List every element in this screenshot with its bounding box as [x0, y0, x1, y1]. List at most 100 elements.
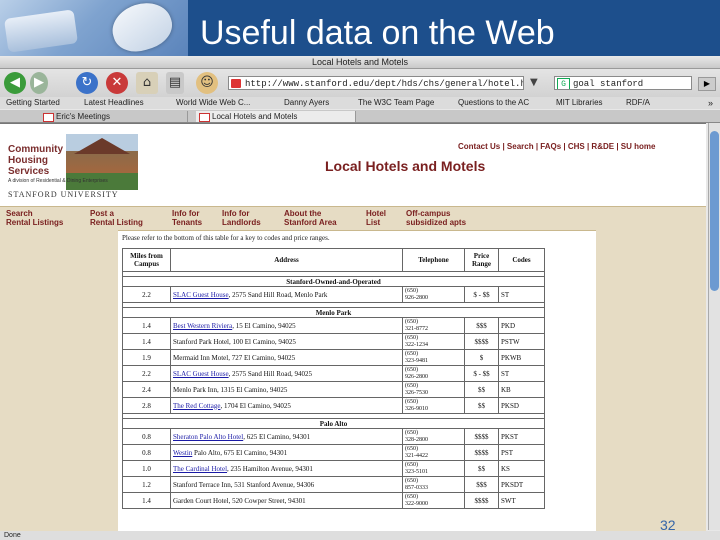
- phone-area-code: (650): [405, 350, 418, 357]
- header-telephone: Telephone: [402, 248, 465, 272]
- table-row: 1.4 Best Western Riviera, 15 El Camino, 9…: [122, 317, 545, 334]
- phone-number: 857-0333: [405, 484, 428, 491]
- price-cell: $$$$: [464, 444, 499, 461]
- hotel-name-link[interactable]: SLAC Guest House: [173, 370, 229, 378]
- home-icon[interactable]: ⌂: [136, 72, 158, 94]
- hotels-table: Miles from Campus Address Telephone Pric…: [122, 248, 545, 509]
- nav-search-rental-listings[interactable]: Search Rental Listings: [6, 209, 63, 227]
- hotel-address: , 15 El Camino, 94025: [232, 321, 296, 330]
- nav-post-rental-listing[interactable]: Post a Rental Listing: [90, 209, 143, 227]
- scrollbar-thumb[interactable]: [710, 131, 719, 291]
- price-cell: $$: [464, 460, 499, 477]
- go-arrow-icon[interactable]: ▼: [530, 77, 538, 88]
- search-input[interactable]: G goal stanford: [554, 76, 692, 90]
- table-row: 1.9 Mermaid Inn Motel, 727 El Camino, 940…: [122, 349, 545, 366]
- top-links[interactable]: Contact Us | Search | FAQs | CHS | R&DE …: [458, 142, 655, 151]
- nav-info-tenants[interactable]: Info for Tenants: [172, 209, 202, 227]
- hotel-name-link[interactable]: The Cardinal Hotel: [173, 465, 227, 473]
- codes-cell: KS: [498, 460, 545, 477]
- phone-number: 326-9010: [405, 405, 428, 412]
- header-price: Price Range: [464, 248, 499, 272]
- address-cell: Garden Court Hotel, 520 Cowper Street, 9…: [170, 492, 403, 509]
- vertical-scrollbar[interactable]: [708, 123, 720, 530]
- table-section-row: Palo Alto: [122, 418, 545, 429]
- telephone-cell: (650) 326-7530: [402, 381, 465, 398]
- mousepad-shape: [3, 9, 79, 53]
- miles-cell: 1.4: [122, 333, 171, 350]
- table-row: 0.8 Westin Palo Alto, 675 El Camino, 9430…: [122, 444, 545, 461]
- nav-info-landlords[interactable]: Info for Landlords: [222, 209, 261, 227]
- phone-area-code: (650): [405, 366, 418, 373]
- price-cell: $$$$: [464, 333, 499, 350]
- address-bar[interactable]: http://www.stanford.edu/dept/hds/chs/gen…: [228, 76, 524, 90]
- nav-hotel-list[interactable]: Hotel List: [366, 209, 386, 227]
- reload-icon[interactable]: ↻: [76, 72, 98, 94]
- page-heading: Local Hotels and Motels: [325, 158, 486, 174]
- price-cell: $: [464, 349, 499, 366]
- tab-erics-meetings[interactable]: Eric's Meetings: [40, 111, 188, 122]
- site-nav: Search Rental Listings Post a Rental Listi…: [0, 206, 706, 231]
- hotel-name: Stanford Terrace Inn: [173, 480, 231, 489]
- logo-line: Services: [8, 166, 50, 177]
- nav-off-campus-apts[interactable]: Off-campus subsidized apts: [406, 209, 466, 227]
- hotel-name-link[interactable]: SLAC Guest House: [173, 291, 229, 299]
- phone-number: 321-4422: [405, 452, 428, 459]
- tab-bar: Eric's Meetings Local Hotels and Motels: [0, 110, 720, 123]
- search-go-icon[interactable]: ▶: [698, 77, 716, 91]
- hotel-name-link[interactable]: Best Western Riviera: [173, 322, 232, 330]
- telephone-cell: (650) 322-9000: [402, 492, 465, 509]
- codes-cell: PKWB: [498, 349, 545, 366]
- bookmark-item[interactable]: Danny Ayers: [284, 97, 329, 109]
- hotel-name-link[interactable]: Westin: [173, 449, 192, 457]
- chs-logo[interactable]: Community Housing Services: [8, 144, 78, 177]
- bookmarks-bar: Getting Started Latest Headlines World W…: [0, 97, 720, 109]
- bookmark-item[interactable]: Getting Started: [6, 97, 60, 109]
- hotel-name-link[interactable]: Sheraton Palo Alto Hotel: [173, 433, 243, 441]
- telephone-cell: (650) 926-2800: [402, 365, 465, 382]
- address-cell: Best Western Riviera, 15 El Camino, 9402…: [170, 317, 403, 334]
- hotel-address: , 235 Hamilton Avenue, 94301: [227, 464, 313, 473]
- phone-area-code: (650): [405, 334, 418, 341]
- bookmark-item[interactable]: MIT Libraries: [556, 97, 603, 109]
- price-cell: $$$: [464, 317, 499, 334]
- table-row: 1.0 The Cardinal Hotel, 235 Hamilton Aven…: [122, 460, 545, 477]
- bookmark-item[interactable]: Questions to the AC: [458, 97, 529, 109]
- address-cell: Stanford Park Hotel, 100 El Camino, 9402…: [170, 333, 403, 350]
- division-text: A division of Residential & Dining Enter…: [8, 178, 108, 184]
- miles-cell: 2.4: [122, 381, 171, 398]
- price-cell: $ - $$: [464, 365, 499, 382]
- window-title: Local Hotels and Motels: [0, 56, 720, 69]
- phone-number: 322-1234: [405, 341, 428, 348]
- codes-cell: PKSDT: [498, 476, 545, 493]
- search-query-text: goal stanford: [573, 79, 644, 89]
- phone-area-code: (650): [405, 461, 418, 468]
- user-icon[interactable]: ☺: [196, 72, 218, 94]
- address-cell: Sheraton Palo Alto Hotel, 625 El Camino,…: [170, 428, 403, 445]
- forward-arrow-icon[interactable]: ▶: [30, 72, 48, 94]
- tab-favicon-icon: [199, 113, 210, 122]
- logo-line: Community: [8, 144, 63, 155]
- bookmark-item[interactable]: RDF/A: [626, 97, 650, 109]
- bookmarks-overflow-icon[interactable]: »: [708, 97, 713, 109]
- bookmark-item[interactable]: Latest Headlines: [84, 97, 144, 109]
- telephone-cell: (650) 326-9010: [402, 397, 465, 414]
- hotel-name: Garden Court Hotel: [173, 496, 229, 505]
- address-cell: Westin Palo Alto, 675 El Camino, 94301: [170, 444, 403, 461]
- building-roof-shape: [74, 138, 130, 154]
- nav-about-stanford-area[interactable]: About the Stanford Area: [284, 209, 337, 227]
- back-arrow-icon[interactable]: ◀: [4, 72, 26, 94]
- tab-local-hotels[interactable]: Local Hotels and Motels: [196, 111, 356, 122]
- hotel-name-link[interactable]: The Red Cottage: [173, 402, 220, 410]
- bookmark-item[interactable]: World Wide Web C...: [176, 97, 250, 109]
- section-title: Palo Alto: [122, 418, 545, 429]
- phone-number: 322-9000: [405, 500, 428, 507]
- bookmark-item[interactable]: The W3C Team Page: [358, 97, 434, 109]
- print-icon[interactable]: ▤: [166, 72, 184, 94]
- header-miles: Miles from Campus: [122, 248, 171, 272]
- slide-number: 32: [660, 517, 676, 533]
- right-sidebar: [596, 229, 706, 531]
- stop-icon[interactable]: ✕: [106, 72, 128, 94]
- hotel-address: , 2575 Sand Hill Road, 94025: [228, 369, 313, 378]
- table-row: 1.4 Stanford Park Hotel, 100 El Camino, 9…: [122, 333, 545, 350]
- table-body: Stanford-Owned-and-Operated 2.2 SLAC Guest…: [122, 271, 545, 509]
